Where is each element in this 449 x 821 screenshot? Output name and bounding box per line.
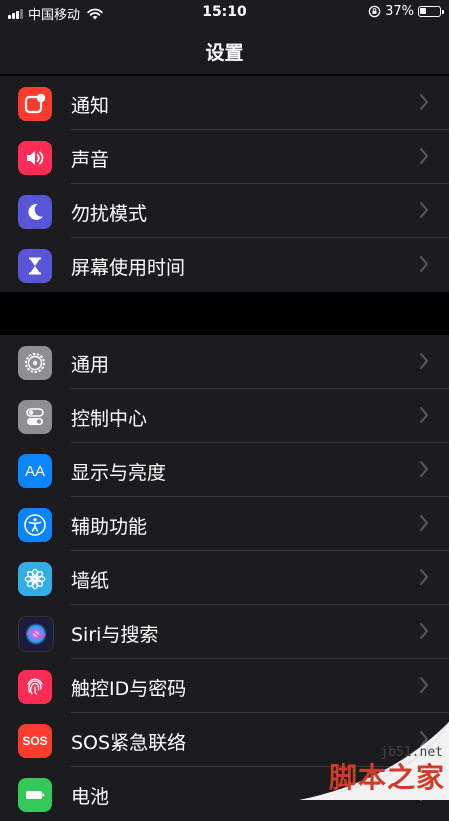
settings-row-label: 通用 bbox=[71, 354, 110, 376]
text-size-icon-glyph: AA bbox=[24, 462, 45, 480]
chevron-right-icon bbox=[420, 623, 428, 639]
settings-row-label: 屏幕使用时间 bbox=[71, 257, 186, 279]
chevron-right-icon bbox=[420, 202, 428, 218]
sos-icon-glyph: SOS bbox=[22, 734, 48, 748]
accessibility-icon bbox=[18, 508, 52, 542]
chevron-right-icon bbox=[420, 677, 428, 693]
settings-row-display-brightness[interactable]: AA 显示与亮度 bbox=[0, 443, 449, 497]
settings-row-label: 显示与亮度 bbox=[71, 462, 167, 484]
notifications-icon bbox=[18, 87, 52, 121]
page-title: 设置 bbox=[205, 42, 244, 64]
settings-row-control-center[interactable]: 控制中心 bbox=[0, 389, 449, 443]
sound-icon bbox=[18, 141, 52, 175]
settings-row-label: 勿扰模式 bbox=[71, 203, 148, 225]
chevron-right-icon bbox=[420, 94, 428, 110]
status-right: 37% bbox=[368, 4, 444, 19]
settings-row-general[interactable]: 通用 bbox=[0, 335, 449, 389]
battery-percent: 37% bbox=[385, 4, 414, 19]
settings-row-label: 辅助功能 bbox=[71, 516, 148, 538]
settings-row-touch-id-passcode[interactable]: 触控ID与密码 bbox=[0, 659, 449, 713]
hourglass-icon bbox=[18, 249, 52, 283]
sos-icon: SOS bbox=[18, 724, 52, 758]
chevron-right-icon bbox=[420, 256, 428, 272]
battery-icon bbox=[18, 778, 52, 812]
settings-row-accessibility[interactable]: 辅助功能 bbox=[0, 497, 449, 551]
chevron-right-icon bbox=[420, 353, 428, 369]
flower-icon bbox=[18, 562, 52, 596]
settings-row-do-not-disturb[interactable]: 勿扰模式 bbox=[0, 184, 449, 238]
settings-row-label: 声音 bbox=[71, 149, 110, 171]
settings-row-label: 触控ID与密码 bbox=[71, 678, 187, 700]
chevron-right-icon bbox=[420, 569, 428, 585]
settings-row-label: 通知 bbox=[71, 95, 110, 117]
settings-group-1: 通知 声音 勿扰模式 屏幕使用时间 bbox=[0, 76, 449, 292]
settings-row-label: 控制中心 bbox=[71, 408, 148, 430]
settings-row-label: 电池 bbox=[71, 786, 110, 808]
gear-icon bbox=[18, 346, 52, 380]
settings-row-screen-time[interactable]: 屏幕使用时间 bbox=[0, 238, 449, 292]
watermark: jb51.net 脚本之家 bbox=[299, 722, 449, 800]
siri-icon bbox=[18, 616, 54, 652]
settings-row-label: SOS紧急联络 bbox=[71, 732, 187, 754]
chevron-right-icon bbox=[420, 148, 428, 164]
rotation-lock-icon bbox=[368, 5, 381, 18]
watermark-text: 脚本之家 bbox=[328, 761, 445, 794]
chevron-right-icon bbox=[420, 407, 428, 423]
status-bar: 中国移动 15:10 37% bbox=[0, 0, 449, 26]
settings-row-sounds[interactable]: 声音 bbox=[0, 130, 449, 184]
chevron-right-icon bbox=[420, 461, 428, 477]
settings-row-label: 墙纸 bbox=[71, 570, 110, 592]
settings-row-notifications[interactable]: 通知 bbox=[0, 76, 449, 130]
text-size-icon: AA bbox=[18, 454, 52, 488]
settings-row-siri-search[interactable]: Siri与搜索 bbox=[0, 605, 449, 659]
moon-icon bbox=[18, 195, 52, 229]
battery-indicator-icon bbox=[418, 6, 444, 17]
navigation-bar: 设置 bbox=[0, 26, 449, 74]
fingerprint-icon bbox=[18, 670, 52, 704]
chevron-right-icon bbox=[420, 515, 428, 531]
settings-row-wallpaper[interactable]: 墙纸 bbox=[0, 551, 449, 605]
toggles-icon bbox=[18, 400, 52, 434]
settings-row-label: Siri与搜索 bbox=[71, 624, 159, 646]
